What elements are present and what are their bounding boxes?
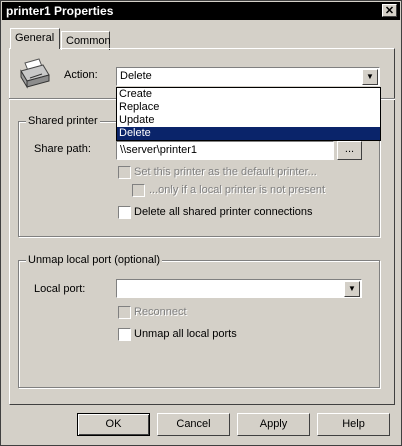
action-label: Action: [64, 69, 98, 81]
reconnect-checkbox[interactable] [118, 306, 131, 319]
set-default-checkbox[interactable] [118, 166, 131, 179]
unmap-local-port-group-title: Unmap local port (optional) [26, 254, 163, 266]
title-bar: printer1 Properties ✕ [2, 2, 400, 20]
delete-all-connections-label: Delete all shared printer connections [134, 206, 313, 218]
local-port-label: Local port: [34, 283, 86, 295]
chevron-down-icon[interactable]: ▼ [362, 69, 378, 85]
set-default-label: Set this printer as the default printer.… [134, 166, 317, 178]
chevron-down-icon[interactable]: ▼ [344, 281, 360, 297]
share-path-input[interactable]: \\server\printer1 [116, 141, 334, 160]
ok-button[interactable]: OK [77, 413, 150, 436]
only-if-local-checkbox[interactable] [132, 184, 145, 197]
share-path-value: \\server\printer1 [120, 144, 198, 156]
window-title: printer1 Properties [6, 4, 114, 18]
only-if-local-label: ...only if a local printer is not presen… [149, 184, 326, 196]
local-port-select[interactable]: ▼ [116, 279, 362, 298]
browse-button[interactable]: ... [337, 141, 362, 160]
cancel-button[interactable]: Cancel [157, 413, 230, 436]
unmap-all-ports-label: Unmap all local ports [134, 328, 237, 340]
help-button[interactable]: Help [317, 413, 390, 436]
properties-dialog: printer1 Properties ✕ General Common Act… [0, 0, 402, 446]
tab-general[interactable]: General [10, 28, 60, 49]
printer-icon [20, 58, 50, 89]
action-value: Delete [120, 70, 152, 82]
share-path-label: Share path: [34, 143, 91, 155]
dropdown-option-update[interactable]: Update [117, 114, 380, 127]
delete-all-connections-checkbox[interactable] [118, 206, 131, 219]
dropdown-option-delete[interactable]: Delete [117, 127, 380, 140]
apply-button[interactable]: Apply [237, 413, 310, 436]
reconnect-label: Reconnect [134, 306, 187, 318]
dropdown-option-create[interactable]: Create [117, 88, 380, 101]
dropdown-option-replace[interactable]: Replace [117, 101, 380, 114]
action-select[interactable]: Delete ▼ [116, 67, 380, 86]
shared-printer-group-title: Shared printer [26, 115, 100, 127]
unmap-all-ports-checkbox[interactable] [118, 328, 131, 341]
action-dropdown-list: Create Replace Update Delete [116, 87, 381, 141]
close-button[interactable]: ✕ [382, 4, 397, 17]
